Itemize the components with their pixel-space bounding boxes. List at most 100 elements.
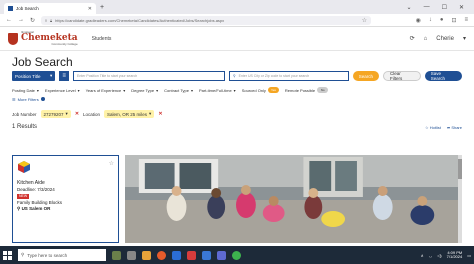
tab-list-icon[interactable]: ⌄	[407, 4, 412, 11]
clear-filters-button[interactable]: Clear Filters	[383, 71, 421, 81]
map-pin-icon: ⚲	[233, 74, 236, 78]
filter-indicator-dot	[40, 97, 45, 101]
list-icon[interactable]: ≡	[59, 71, 70, 81]
tray-chevron-icon[interactable]: ∧	[421, 253, 424, 258]
bookmark-star-icon[interactable]: ☆	[362, 17, 367, 24]
contract-type-label: Contract Type	[164, 87, 189, 93]
scrollbar[interactable]	[458, 155, 462, 243]
position-title-select[interactable]: Position Title ▾	[12, 71, 56, 81]
pocket-icon[interactable]: ◉	[416, 17, 421, 24]
chrome-icon[interactable]	[232, 250, 241, 260]
back-icon[interactable]: ←	[6, 17, 12, 23]
location-input[interactable]: ⚲ Enter US City or Zip code to start you…	[229, 71, 349, 81]
extensions-icon[interactable]: ⊡	[451, 17, 456, 24]
college-logo[interactable]: Ilmatsetal Chemeketa Community College	[8, 31, 78, 46]
volume-icon[interactable]: ◁)	[437, 253, 441, 258]
job-title[interactable]: Kitchen Aide	[17, 180, 114, 187]
downloads-icon[interactable]: ↓	[429, 17, 432, 24]
app-icon[interactable]	[187, 250, 196, 260]
windows-start-icon[interactable]	[3, 250, 12, 260]
close-window-icon[interactable]: ✕	[459, 4, 464, 11]
more-filters-link[interactable]: ☰ More Filters	[0, 95, 474, 103]
help-icon[interactable]: ⟳	[410, 35, 415, 42]
minimize-icon[interactable]: —	[424, 4, 430, 11]
posting-date-label: Posting Date	[12, 87, 35, 93]
url-field[interactable]: ◊ 🔒︎ https://candidate.gradleaders.com/C…	[41, 15, 372, 25]
position-title-label: Position Title	[15, 73, 41, 79]
home-icon[interactable]: ⌂	[424, 36, 428, 42]
remove-job-number-icon[interactable]: ✕	[75, 111, 79, 117]
contract-type-filter[interactable]: Contract Type ▾	[164, 88, 193, 93]
job-number-chip: 27279207 ▾	[40, 110, 71, 118]
search-icon: ⚲	[21, 252, 25, 257]
taskbar-search[interactable]: ⚲ Type here to search	[18, 249, 106, 261]
results-header: 1 Results ☆ Hotlist ➦ Share	[0, 121, 474, 133]
results-area: ☆ Kitchen Aide Deadline: 7/3/2024 NEW Fa…	[12, 155, 462, 243]
hotlist-link[interactable]: ☆ Hotlist	[425, 125, 441, 130]
job-location-text: US Salem OR	[21, 205, 51, 211]
page-title: Job Search	[12, 55, 73, 69]
chevron-down-icon: ▾	[156, 87, 159, 93]
parttime-filter[interactable]: Part-time/Full-time ▾	[199, 88, 236, 93]
company-logo-icon	[18, 161, 30, 173]
logo-mark-icon	[8, 32, 18, 45]
share-label: Share	[451, 124, 462, 130]
maximize-icon[interactable]: ☐	[442, 4, 447, 11]
degree-type-filter[interactable]: Degree Type ▾	[131, 88, 158, 93]
location-label: Location	[83, 111, 101, 117]
taskbar-search-placeholder: Type here to search	[27, 252, 68, 258]
posting-date-filter[interactable]: Posting Date ▾	[12, 88, 39, 93]
reload-icon[interactable]: ↻	[30, 17, 35, 24]
tab-title: Job Search	[16, 6, 39, 11]
weather-icon[interactable]	[112, 250, 121, 260]
network-icon[interactable]: ◡	[429, 253, 433, 258]
remove-location-icon[interactable]: ✕	[158, 111, 162, 117]
search-bar: Position Title ▾ ≡ Enter Position Title …	[0, 69, 474, 83]
chevron-down-icon: ▾	[233, 87, 236, 93]
save-search-button[interactable]: Save Search	[424, 71, 462, 81]
chevron-down-icon: ▾	[77, 87, 80, 93]
clock-date: 7/1/2024	[446, 254, 463, 259]
remote-filter: Remote Possible No	[285, 87, 329, 93]
user-dropdown-icon[interactable]: ▾	[463, 35, 466, 42]
teams-icon[interactable]	[217, 250, 226, 260]
location-value: Salem, OR 25 miles	[107, 111, 148, 117]
job-detail-image	[125, 155, 462, 243]
share-link[interactable]: ➦ Share	[447, 125, 462, 130]
degree-type-label: Degree Type	[131, 87, 155, 93]
forward-icon[interactable]: →	[18, 17, 24, 23]
tab-close-icon[interactable]: ✕	[88, 6, 92, 12]
favorite-star-icon[interactable]: ☆	[109, 160, 114, 168]
account-icon[interactable]: ●	[440, 17, 444, 24]
scrollbar-thumb[interactable]	[458, 159, 462, 179]
years-experience-filter[interactable]: Years of Experience ▾	[86, 88, 126, 93]
file-explorer-icon[interactable]	[142, 250, 151, 260]
user-name[interactable]: Cherie	[436, 36, 454, 42]
firefox-icon[interactable]	[157, 250, 166, 260]
notifications-icon[interactable]: ▭	[467, 253, 471, 258]
clock[interactable]: 4:09 PM 7/1/2024	[446, 250, 463, 260]
sourced-only-label: Sourced Only	[241, 87, 266, 93]
sourced-only-toggle[interactable]: Yes	[267, 87, 279, 93]
outlook-icon[interactable]	[202, 250, 211, 260]
edge-icon[interactable]	[172, 250, 181, 260]
keyword-input[interactable]: Enter Position Title to start your searc…	[73, 71, 226, 81]
chevron-down-icon: ▾	[190, 87, 193, 93]
students-link[interactable]: Students	[92, 36, 112, 42]
task-view-icon[interactable]	[127, 250, 136, 260]
search-button[interactable]: Search	[352, 71, 379, 81]
job-location: ⚲ US Salem OR	[17, 206, 114, 212]
browser-tab-bar: Job Search ✕ + ⌄ — ☐ ✕	[0, 0, 474, 14]
new-tab-icon[interactable]: +	[100, 4, 104, 11]
chevron-down-icon: ▾	[123, 87, 126, 93]
browser-tab[interactable]: Job Search ✕	[4, 3, 96, 14]
sourced-only-filter: Sourced Only Yes	[242, 87, 279, 93]
experience-level-filter[interactable]: Experience Level ▾	[45, 88, 80, 93]
job-number-label: Job Number	[12, 111, 37, 117]
more-filters-label: More Filters	[17, 96, 39, 102]
map-pin-icon: ⚲	[17, 205, 21, 211]
menu-icon[interactable]: ≡	[464, 17, 468, 24]
remote-toggle[interactable]: No	[317, 87, 329, 93]
job-card[interactable]: ☆ Kitchen Aide Deadline: 7/3/2024 NEW Fa…	[12, 155, 119, 243]
experience-level-label: Experience Level	[44, 87, 76, 93]
